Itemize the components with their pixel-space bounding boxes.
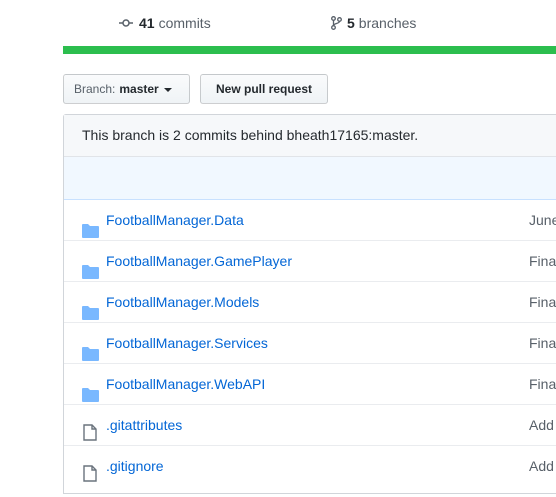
folder-icon xyxy=(82,336,99,361)
file-name-link[interactable]: .gitattributes xyxy=(106,405,182,445)
commit-message-link[interactable]: Fina xyxy=(529,364,556,404)
commit-message-link[interactable]: Fina xyxy=(529,323,556,363)
file-icon xyxy=(83,416,100,441)
folder-icon xyxy=(82,377,99,402)
commits-count: 41 xyxy=(139,15,155,31)
commit-message-link[interactable]: Fina xyxy=(529,241,556,281)
commit-message-link[interactable]: Fina xyxy=(529,282,556,322)
file-panel: This branch is 2 commits behind bheath17… xyxy=(63,114,556,494)
branch-behind-message: This branch is 2 commits behind bheath17… xyxy=(64,115,556,157)
commit-icon xyxy=(119,19,133,27)
folder-icon xyxy=(82,213,99,238)
latest-commit-bar xyxy=(64,157,556,200)
file-name-link[interactable]: FootballManager.WebAPI xyxy=(106,364,265,404)
branches-link[interactable]: 5 branches xyxy=(331,15,416,31)
file-row: FootballManager.Models Fina xyxy=(64,281,556,322)
file-row: .gitattributes Add xyxy=(64,404,556,445)
file-row: FootballManager.WebAPI Fina xyxy=(64,363,556,404)
folder-icon xyxy=(82,254,99,279)
file-name-link[interactable]: FootballManager.Data xyxy=(106,200,244,240)
language-bar[interactable] xyxy=(63,46,556,54)
file-row: FootballManager.Services Fina xyxy=(64,322,556,363)
file-name-link[interactable]: FootballManager.Models xyxy=(106,282,259,322)
file-name-link[interactable]: .gitignore xyxy=(106,446,164,486)
commits-link[interactable]: 41 commits xyxy=(119,15,211,31)
branch-select-button[interactable]: Branch: master xyxy=(63,74,190,104)
branch-icon xyxy=(331,16,342,30)
repo-stats: 41 commits 5 branches xyxy=(63,0,556,46)
file-name-link[interactable]: FootballManager.Services xyxy=(106,323,268,363)
commit-message-link[interactable]: Add xyxy=(529,446,554,486)
branch-select-value: master xyxy=(119,82,159,96)
file-row: .gitignore Add xyxy=(64,445,556,486)
file-row: FootballManager.Data June xyxy=(64,200,556,240)
branch-select-label: Branch: xyxy=(74,82,116,96)
caret-down-icon xyxy=(163,88,172,92)
commit-message-link[interactable]: June xyxy=(529,200,556,240)
commit-message-link[interactable]: Add xyxy=(529,405,554,445)
language-bar-fill xyxy=(63,46,556,54)
file-row: FootballManager.GamePlayer Fina xyxy=(64,240,556,281)
file-icon xyxy=(83,457,100,482)
commits-label: commits xyxy=(158,15,211,31)
file-list: FootballManager.Data June FootballManager.… xyxy=(64,200,556,486)
folder-icon xyxy=(82,295,99,320)
file-name-link[interactable]: FootballManager.GamePlayer xyxy=(106,241,292,281)
branches-count: 5 xyxy=(347,15,355,31)
new-pull-request-button[interactable]: New pull request xyxy=(200,74,328,104)
branches-label: branches xyxy=(358,15,417,31)
